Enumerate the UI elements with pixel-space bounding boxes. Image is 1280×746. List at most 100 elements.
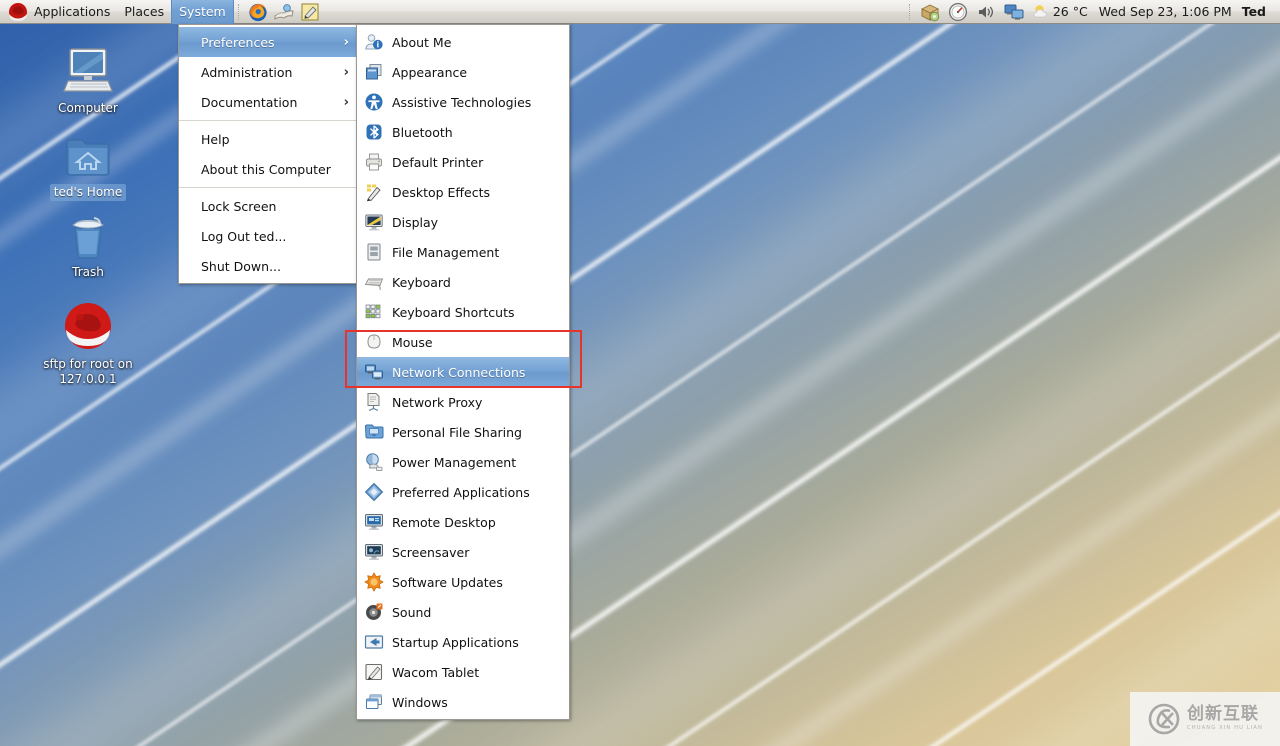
system-menu-item-shut-down[interactable]: Shut Down... xyxy=(179,251,357,281)
panel-separator xyxy=(237,3,241,20)
desktop-icon-label: ted's Home xyxy=(49,184,127,201)
prefs-item-file-management[interactable]: File Management xyxy=(357,237,569,267)
prefs-item-display[interactable]: Display xyxy=(357,207,569,237)
desktop-icon-label: Computer xyxy=(58,101,118,115)
user-menu[interactable]: Ted xyxy=(1238,4,1274,19)
keyboard-icon xyxy=(363,271,385,293)
prefs-item-about-me[interactable]: About Me xyxy=(357,27,569,57)
desktop-icon-computer[interactable]: Computer xyxy=(33,44,143,117)
menu-item-label: Windows xyxy=(392,694,448,710)
package-update-icon xyxy=(920,3,940,21)
menu-item-label: Display xyxy=(392,214,439,230)
startup-applications-icon xyxy=(363,631,385,653)
preferences-submenu[interactable]: About Me Appearance Assistive Technologi… xyxy=(356,24,570,720)
prefs-item-personal-file-sharing[interactable]: Personal File Sharing xyxy=(357,417,569,447)
desktop-icon-label: sftp for root on 127.0.0.1 xyxy=(43,357,133,386)
software-updates-icon xyxy=(363,571,385,593)
menu-item-label: Keyboard xyxy=(392,274,451,290)
prefs-item-software-updates[interactable]: Software Updates xyxy=(357,567,569,597)
watermark: 创新互联 CHUANG XIN HU LIAN xyxy=(1130,692,1280,746)
sound-icon xyxy=(363,601,385,623)
system-menu-item-documentation[interactable]: Documentation › xyxy=(179,87,357,117)
menu-item-label: Power Management xyxy=(392,454,517,470)
watermark-logo-icon xyxy=(1148,703,1180,735)
system-menu-item-lock-screen[interactable]: Lock Screen xyxy=(179,191,357,221)
system-menu-item-about-this-computer[interactable]: About this Computer xyxy=(179,154,357,184)
assistive-technologies-icon xyxy=(363,91,385,113)
menu-item-label: Personal File Sharing xyxy=(392,424,522,440)
chevron-right-icon: › xyxy=(343,64,349,80)
menu-item-label: Keyboard Shortcuts xyxy=(392,304,515,320)
network-monitor-icon xyxy=(1004,4,1024,20)
prefs-item-screensaver[interactable]: Screensaver xyxy=(357,537,569,567)
menu-item-label: Appearance xyxy=(392,64,468,80)
prefs-item-desktop-effects[interactable]: Desktop Effects xyxy=(357,177,569,207)
system-menu[interactable]: Preferences › Administration › Documenta… xyxy=(178,24,358,284)
firefox-icon xyxy=(249,3,267,21)
menu-item-label: Default Printer xyxy=(392,154,484,170)
menu-system[interactable]: System xyxy=(171,0,234,24)
remote-desktop-icon xyxy=(363,511,385,533)
computer-icon xyxy=(33,44,143,96)
prefs-item-keyboard-shortcuts[interactable]: Keyboard Shortcuts xyxy=(357,297,569,327)
system-menu-item-log-out[interactable]: Log Out ted... xyxy=(179,221,357,251)
prefs-item-startup-applications[interactable]: Startup Applications xyxy=(357,627,569,657)
chevron-right-icon: › xyxy=(343,94,349,110)
temperature-label: 26 °C xyxy=(1052,4,1088,19)
prefs-item-wacom-tablet[interactable]: Wacom Tablet xyxy=(357,657,569,687)
about-me-icon xyxy=(363,31,385,53)
chevron-right-icon: › xyxy=(343,34,349,50)
file-management-icon xyxy=(363,241,385,263)
system-menu-item-administration[interactable]: Administration › xyxy=(179,57,357,87)
prefs-item-appearance[interactable]: Appearance xyxy=(357,57,569,87)
prefs-item-sound[interactable]: Sound xyxy=(357,597,569,627)
menu-separator xyxy=(179,120,357,121)
system-menu-item-preferences[interactable]: Preferences › xyxy=(179,27,357,57)
prefs-item-mouse[interactable]: Mouse xyxy=(357,327,569,357)
prefs-item-remote-desktop[interactable]: Remote Desktop xyxy=(357,507,569,537)
menu-item-label: Preferences xyxy=(201,34,275,50)
gauge-icon xyxy=(948,2,967,21)
power-management-icon xyxy=(363,451,385,473)
menu-item-label: Mouse xyxy=(392,334,433,350)
menu-item-label: Software Updates xyxy=(392,574,503,590)
keyboard-shortcuts-icon xyxy=(363,301,385,323)
system-menu-item-help[interactable]: Help xyxy=(179,124,357,154)
menu-item-label: Sound xyxy=(392,604,432,620)
update-manager-tray[interactable] xyxy=(916,1,944,23)
desktop[interactable]: Computer ted's Home Trash sftp for root … xyxy=(0,0,1280,746)
menu-item-label: Lock Screen xyxy=(201,198,277,214)
prefs-item-keyboard[interactable]: Keyboard xyxy=(357,267,569,297)
volume-tray[interactable] xyxy=(972,1,1000,23)
appearance-icon xyxy=(363,61,385,83)
menu-applications[interactable]: Applications xyxy=(0,0,117,24)
prefs-item-power-management[interactable]: Power Management xyxy=(357,447,569,477)
top-panel[interactable]: Applications Places System 26 °C Wed Sep… xyxy=(0,0,1280,24)
prefs-item-assistive-technologies[interactable]: Assistive Technologies xyxy=(357,87,569,117)
system-monitor-tray[interactable] xyxy=(944,1,972,23)
network-tray[interactable] xyxy=(1000,1,1028,23)
menu-item-label: Bluetooth xyxy=(392,124,453,140)
help-launcher[interactable] xyxy=(271,1,297,23)
prefs-item-bluetooth[interactable]: Bluetooth xyxy=(357,117,569,147)
text-editor-launcher[interactable] xyxy=(297,1,323,23)
prefs-item-preferred-applications[interactable]: Preferred Applications xyxy=(357,477,569,507)
menu-places[interactable]: Places xyxy=(117,0,171,24)
prefs-item-network-connections[interactable]: Network Connections xyxy=(357,357,569,387)
desktop-icon-trash[interactable]: Trash xyxy=(33,208,143,281)
desktop-icon-home[interactable]: ted's Home xyxy=(33,128,143,201)
watermark-chinese-text: 创新互联 xyxy=(1186,704,1259,725)
desktop-icon-sftp-root[interactable]: sftp for root on 127.0.0.1 xyxy=(20,300,156,388)
menu-separator xyxy=(179,187,357,188)
menu-item-label: Desktop Effects xyxy=(392,184,491,200)
prefs-item-network-proxy[interactable]: Network Proxy xyxy=(357,387,569,417)
menu-item-label: About Me xyxy=(392,34,452,50)
network-connections-icon xyxy=(363,361,385,383)
clock-applet[interactable]: Wed Sep 23, 1:06 PM xyxy=(1093,4,1238,19)
firefox-launcher[interactable] xyxy=(245,1,271,23)
prefs-item-default-printer[interactable]: Default Printer xyxy=(357,147,569,177)
bluetooth-icon xyxy=(363,121,385,143)
desktop-icon-label: Trash xyxy=(72,265,104,279)
prefs-item-windows[interactable]: Windows xyxy=(357,687,569,717)
weather-applet[interactable]: 26 °C xyxy=(1028,1,1093,23)
